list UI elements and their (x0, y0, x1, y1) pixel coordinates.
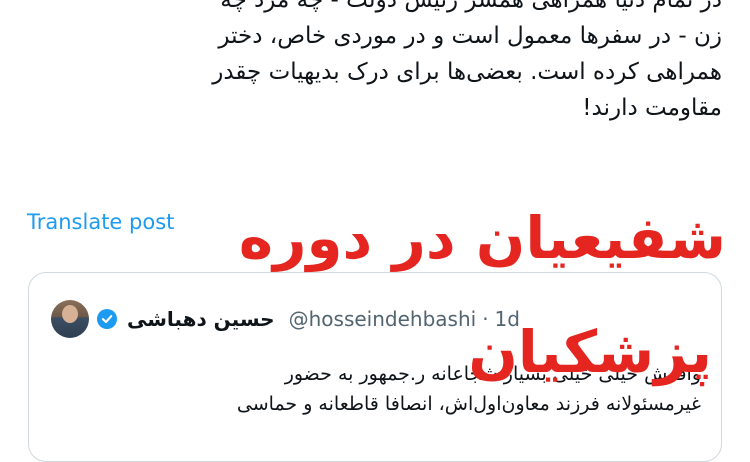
tweet-body: در تمام دنیا همراهی همسر رئیس دولت - چه … (28, 0, 722, 126)
quoted-author-handle[interactable]: @hosseindehbashi (289, 307, 477, 331)
overlay-caption-line1: شفیعیان در دوره (238, 204, 726, 272)
verified-badge-icon (97, 309, 117, 329)
quoted-author-name[interactable]: حسین دهباشی (127, 307, 275, 331)
avatar[interactable] (51, 300, 89, 338)
tweet-line: زن - در سفرها معمول است و در موردی خاص، … (218, 23, 722, 49)
translate-post-link[interactable]: Translate post (27, 210, 174, 234)
tweet-line: در تمام دنیا همراهی همسر رئیس دولت - چه … (220, 0, 722, 13)
overlay-caption-line2: پزشکیان (468, 318, 712, 386)
tweet-line: همراهی کرده است. بعضی‌ها برای درک بدیهیا… (212, 59, 722, 85)
tweet-line: مقاومت دارند! (582, 95, 722, 121)
quoted-line: غیرمسئولانه فرزند معاون‌اول‌اش، انصافا ق… (236, 393, 701, 415)
